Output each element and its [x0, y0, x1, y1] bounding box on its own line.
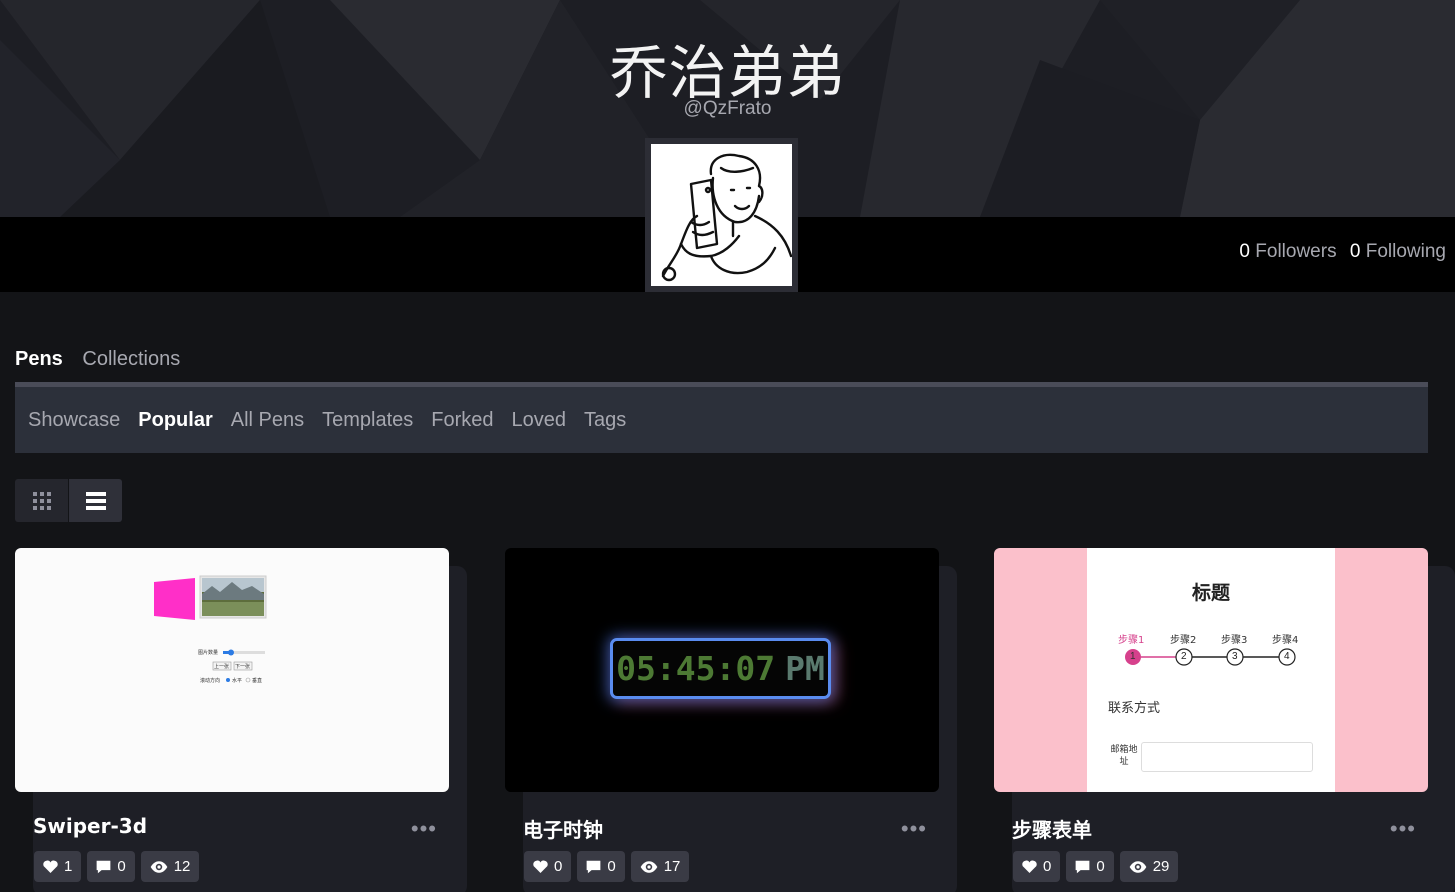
following-count: 0: [1349, 241, 1361, 262]
like-count: 1: [64, 858, 73, 875]
grid-view-button[interactable]: [15, 479, 68, 522]
tab-collections[interactable]: Collections: [82, 348, 180, 370]
clock-meridiem: PM: [785, 649, 825, 688]
next-slide-button: 下一张: [235, 664, 251, 670]
pen-stats: 0 0 17: [524, 851, 695, 882]
views-stat[interactable]: 12: [140, 851, 200, 882]
more-options-button[interactable]: •••: [411, 816, 437, 842]
eye-icon: [150, 860, 168, 873]
step-progress: [1125, 648, 1296, 666]
view-toggle: [15, 479, 122, 522]
view-count: 12: [173, 858, 191, 875]
digital-clock: 05:45:07 PM: [610, 638, 831, 699]
tab-pens[interactable]: Pens: [15, 348, 63, 370]
subnav-showcase[interactable]: Showcase: [28, 409, 120, 432]
step-number: 1: [1130, 651, 1136, 662]
view-count: 29: [1152, 858, 1170, 875]
list-icon: [85, 491, 106, 510]
pen-card: 图片数量 上一张 下一张 滚动方向 水平 垂直 Swiper-3d ••• 1 …: [15, 548, 449, 882]
comment-count: 0: [607, 858, 616, 875]
step-label: 步骤1: [1118, 635, 1145, 646]
following-link[interactable]: 0 Following: [1350, 241, 1446, 262]
subnav-tags[interactable]: Tags: [584, 409, 626, 432]
comment-icon: [586, 860, 601, 873]
clock-time: 05:45:07: [616, 649, 776, 688]
step-label: 步骤2: [1170, 635, 1197, 646]
email-field: [1141, 742, 1313, 772]
comment-icon: [96, 860, 111, 873]
step-form-preview: 标题 步骤1 步骤2 步骤3 步骤4 1 2 3 4 联系方式 邮箱地址: [1087, 548, 1335, 792]
comment-icon: [1075, 860, 1090, 873]
pens-subnav: Showcase Popular All Pens Templates Fork…: [15, 387, 1428, 453]
subnav-templates[interactable]: Templates: [322, 409, 413, 432]
more-options-button[interactable]: •••: [901, 816, 927, 842]
subnav-popular[interactable]: Popular: [138, 409, 212, 432]
step-number: 3: [1232, 651, 1238, 662]
grid-icon: [32, 491, 51, 510]
followers-link[interactable]: 0 Followers: [1239, 241, 1336, 262]
option-vertical: 垂直: [252, 678, 263, 684]
pen-preview[interactable]: 图片数量 上一张 下一张 滚动方向 水平 垂直: [15, 548, 449, 792]
prev-slide-button: 上一张: [214, 664, 230, 670]
views-stat[interactable]: 17: [630, 851, 690, 882]
list-view-button[interactable]: [69, 479, 122, 522]
pen-card: 标题 步骤1 步骤2 步骤3 步骤4 1 2 3 4 联系方式 邮箱地址 步骤表…: [994, 548, 1428, 882]
step-label: 步骤3: [1221, 635, 1248, 646]
swiper-preview: [154, 575, 267, 683]
like-count: 0: [554, 858, 563, 875]
eye-icon: [1129, 860, 1147, 873]
form-heading: 标题: [1191, 582, 1230, 604]
like-button[interactable]: 1: [34, 851, 82, 882]
pen-stats: 1 0 12: [34, 851, 205, 882]
comment-button[interactable]: 0: [577, 851, 625, 882]
like-count: 0: [1043, 858, 1052, 875]
comment-button[interactable]: 0: [1066, 851, 1114, 882]
pen-title[interactable]: 电子时钟: [523, 814, 603, 843]
avatar-illustration: [651, 144, 792, 286]
direction-label: 滚动方向: [200, 678, 221, 684]
follow-stats: 0 Followers 0 Following: [1231, 241, 1446, 263]
comment-count: 0: [1096, 858, 1105, 875]
option-horizontal: 水平: [232, 678, 243, 684]
pen-title[interactable]: Swiper-3d: [33, 814, 147, 838]
views-stat[interactable]: 29: [1119, 851, 1179, 882]
comment-count: 0: [117, 858, 126, 875]
pen-stats: 0 0 29: [1013, 851, 1184, 882]
email-label: 邮箱地址: [1110, 745, 1138, 767]
avatar[interactable]: [645, 138, 798, 292]
section-label: 联系方式: [1108, 701, 1161, 716]
pen-preview[interactable]: 05:45:07 PM: [505, 548, 939, 792]
more-options-button[interactable]: •••: [1390, 816, 1416, 842]
profile-handle: @QzFrato: [683, 98, 772, 119]
followers-count: 0: [1239, 241, 1250, 262]
pen-preview[interactable]: 标题 步骤1 步骤2 步骤3 步骤4 1 2 3 4 联系方式 邮箱地址: [994, 548, 1428, 792]
heart-icon: [43, 860, 58, 873]
like-button[interactable]: 0: [1013, 851, 1061, 882]
comment-button[interactable]: 0: [87, 851, 135, 882]
pen-title[interactable]: 步骤表单: [1012, 814, 1092, 843]
followers-label: Followers: [1255, 241, 1337, 262]
slider-label: 图片数量: [198, 650, 219, 656]
heart-icon: [1022, 860, 1037, 873]
main-tabs: Pens Collections: [15, 348, 194, 371]
pen-card: 05:45:07 PM 电子时钟 ••• 0 0 17: [505, 548, 939, 882]
subnav-forked[interactable]: Forked: [431, 409, 493, 432]
following-label: Following: [1365, 241, 1446, 262]
heart-icon: [533, 860, 548, 873]
step-number: 2: [1181, 651, 1187, 662]
step-label: 步骤4: [1272, 635, 1299, 646]
subnav-loved[interactable]: Loved: [512, 409, 567, 432]
view-count: 17: [663, 858, 681, 875]
like-button[interactable]: 0: [524, 851, 572, 882]
eye-icon: [640, 860, 658, 873]
subnav-all-pens[interactable]: All Pens: [231, 409, 304, 432]
step-number: 4: [1284, 651, 1290, 662]
